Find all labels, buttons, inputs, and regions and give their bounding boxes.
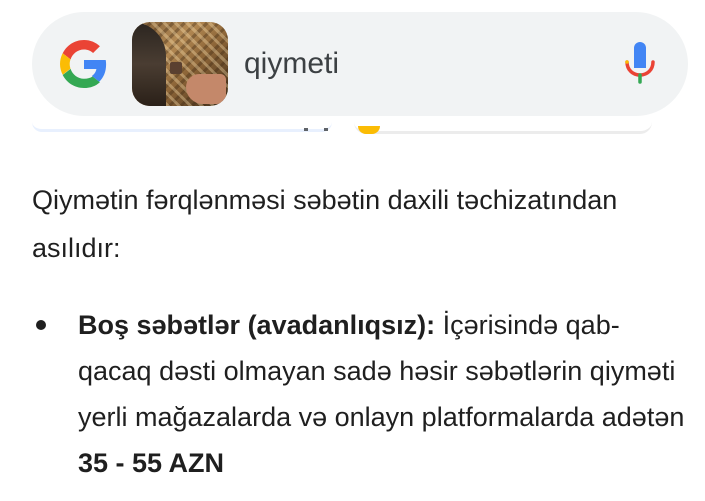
list-item: Boş səbətlər (avadanlıqsız): İçərisində … [32, 302, 692, 486]
answer-bullet-list: Boş səbətlər (avadanlıqsız): İçərisində … [32, 302, 692, 486]
chip-emoji-icon [358, 126, 380, 134]
price-range: 35 - 55 AZN [78, 448, 225, 478]
result-chip-right[interactable] [354, 122, 652, 134]
chip-mark [304, 128, 308, 131]
search-image-thumbnail[interactable] [132, 22, 228, 106]
search-query-text[interactable]: qiymeti [244, 44, 339, 84]
result-chips-strip [32, 122, 652, 138]
search-bar[interactable] [32, 12, 688, 116]
bullet-heading: Boş səbətlər (avadanlıqsız): [78, 310, 436, 340]
microphone-icon[interactable] [622, 42, 658, 86]
chip-mark [324, 128, 328, 131]
basket-clasp [170, 62, 182, 74]
google-g-icon[interactable] [60, 40, 108, 88]
result-chip-left[interactable] [32, 122, 332, 132]
hand-image [186, 74, 226, 104]
answer-intro-text: Qiymətin fərqlənməsi səbətin daxili təch… [32, 185, 618, 263]
bullet-icon [36, 320, 46, 330]
